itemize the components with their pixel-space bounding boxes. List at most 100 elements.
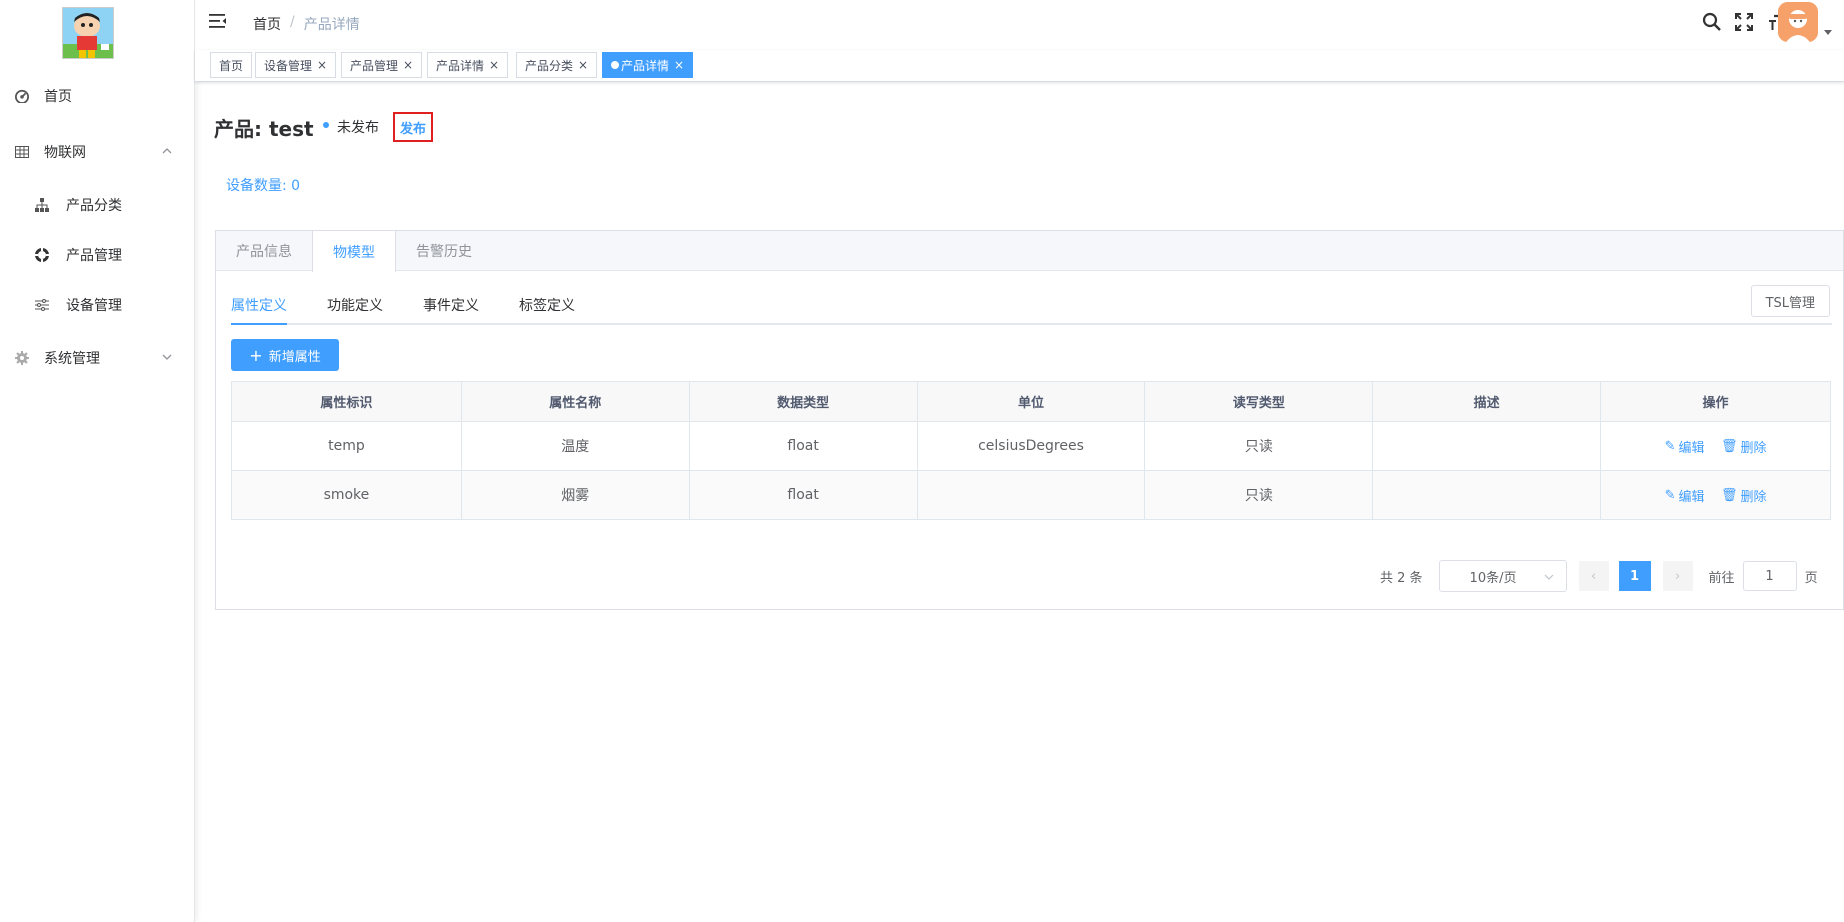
edit-label: 编辑 bbox=[1678, 489, 1705, 505]
col-header: 描述 bbox=[1372, 381, 1602, 422]
add-property-button[interactable]: + 新增属性 bbox=[231, 339, 339, 371]
logo[interactable] bbox=[62, 7, 114, 59]
tag-label: 产品详情 bbox=[436, 58, 485, 73]
sidebar-item-iot[interactable]: 物联网 bbox=[0, 127, 195, 177]
cell-desc bbox=[1372, 470, 1602, 520]
tag-product-detail-active[interactable]: 产品详情 × bbox=[602, 52, 694, 78]
subtab-tags[interactable]: 标签定义 bbox=[519, 295, 575, 315]
close-icon[interactable]: × bbox=[489, 58, 499, 72]
tab-product-info[interactable]: 产品信息 bbox=[216, 231, 312, 271]
sliders-icon bbox=[34, 297, 50, 313]
chevron-down-icon bbox=[161, 351, 175, 365]
navbar: 首页 / 产品详情 bbox=[195, 0, 1844, 50]
cell-rw: 只读 bbox=[1144, 470, 1374, 520]
tree-icon bbox=[34, 197, 50, 213]
breadcrumb-home[interactable]: 首页 bbox=[253, 14, 281, 34]
tag-label: 产品分类 bbox=[525, 58, 574, 73]
sidebar-item-label: 系统管理 bbox=[44, 351, 100, 367]
cell-unit bbox=[916, 470, 1146, 520]
edit-icon: ✎ bbox=[1664, 487, 1676, 503]
cell-name: 烟雾 bbox=[460, 470, 690, 520]
tag-device-management[interactable]: 设备管理 × bbox=[255, 52, 337, 78]
caret-down-icon[interactable] bbox=[1824, 30, 1832, 35]
sidebar-item-label: 物联网 bbox=[44, 145, 86, 161]
cell-actions: ✎ 编辑 🗑 删除 bbox=[1600, 421, 1831, 471]
chevron-down-icon bbox=[1544, 571, 1554, 581]
col-header: 属性标识 bbox=[231, 381, 462, 422]
target-icon bbox=[34, 247, 50, 263]
pagination: 共 2 条 10条/页 ‹ 1 › 前往 1 页 bbox=[1380, 560, 1818, 592]
page-number[interactable]: 1 bbox=[1618, 561, 1651, 591]
breadcrumb-current: 产品详情 bbox=[303, 17, 360, 33]
subtab-functions[interactable]: 功能定义 bbox=[327, 295, 383, 315]
next-page-button[interactable]: › bbox=[1662, 561, 1693, 591]
property-table: 属性标识 属性名称 数据类型 单位 读写类型 描述 操作 temp 温度 flo… bbox=[231, 381, 1831, 520]
search-icon[interactable] bbox=[1702, 12, 1722, 34]
cell-type: float bbox=[688, 470, 918, 520]
page-title: 产品: test bbox=[214, 117, 314, 141]
tab-alarm-history[interactable]: 告警历史 bbox=[396, 231, 492, 271]
cell-id: temp bbox=[231, 421, 462, 471]
tag-label: 设备管理 bbox=[264, 58, 313, 73]
col-header: 读写类型 bbox=[1144, 381, 1374, 422]
close-icon[interactable]: × bbox=[578, 58, 588, 72]
sub-tabs: 属性定义 功能定义 事件定义 标签定义 bbox=[231, 283, 1832, 325]
trash-icon: 🗑 bbox=[1720, 487, 1738, 503]
col-header: 单位 bbox=[916, 381, 1146, 422]
sidebar-item-label: 产品管理 bbox=[66, 248, 122, 264]
table-header-row: 属性标识 属性名称 数据类型 单位 读写类型 描述 操作 bbox=[231, 381, 1831, 422]
tag-label: 产品详情 bbox=[621, 58, 670, 73]
cell-id: smoke bbox=[231, 470, 462, 520]
prev-page-button[interactable]: ‹ bbox=[1578, 561, 1609, 591]
edit-button[interactable]: ✎ 编辑 bbox=[1665, 486, 1705, 505]
publish-button[interactable]: 发布 bbox=[393, 112, 433, 142]
goto-input[interactable]: 1 bbox=[1742, 561, 1797, 591]
tag-label: 产品管理 bbox=[350, 58, 399, 73]
avatar[interactable] bbox=[1778, 2, 1818, 42]
edit-label: 编辑 bbox=[1678, 440, 1705, 456]
cell-actions: ✎ 编辑 🗑 删除 bbox=[1600, 470, 1831, 520]
page-suffix: 页 bbox=[1804, 570, 1818, 586]
page-size-select[interactable]: 10条/页 bbox=[1438, 560, 1567, 592]
tag-label: 首页 bbox=[219, 58, 244, 73]
sidebar-item-product-category[interactable]: 产品分类 bbox=[0, 180, 195, 230]
delete-button[interactable]: 🗑 删除 bbox=[1721, 486, 1767, 505]
close-icon[interactable]: × bbox=[317, 58, 327, 72]
delete-label: 删除 bbox=[1740, 440, 1767, 456]
device-count-link[interactable]: 设备数量: 0 bbox=[226, 175, 300, 195]
table-row: smoke 烟雾 float 只读 ✎ 编辑 🗑 删除 bbox=[231, 470, 1831, 520]
grid-icon bbox=[14, 144, 30, 160]
goto-label: 前往 bbox=[1708, 570, 1735, 586]
tag-product-management[interactable]: 产品管理 × bbox=[341, 52, 423, 78]
cell-unit: celsiusDegrees bbox=[916, 421, 1146, 471]
delete-button[interactable]: 🗑 删除 bbox=[1721, 437, 1767, 456]
page-size-value: 10条/页 bbox=[1469, 570, 1517, 586]
sidebar-item-device-management[interactable]: 设备管理 bbox=[0, 280, 195, 330]
tab-thing-model[interactable]: 物模型 bbox=[312, 231, 396, 272]
subtab-active-bar bbox=[231, 323, 287, 325]
dashboard-icon bbox=[14, 88, 30, 104]
gear-icon bbox=[14, 350, 30, 366]
edit-button[interactable]: ✎ 编辑 bbox=[1665, 437, 1705, 456]
sidebar-item-label: 设备管理 bbox=[66, 298, 122, 314]
subtab-events[interactable]: 事件定义 bbox=[423, 295, 479, 315]
sidebar-item-product-management[interactable]: 产品管理 bbox=[0, 230, 195, 280]
tag-product-detail[interactable]: 产品详情 × bbox=[427, 52, 509, 78]
hamburger-icon[interactable] bbox=[209, 13, 229, 33]
tab-card-header: 产品信息 物模型 告警历史 bbox=[216, 231, 1843, 272]
close-icon[interactable]: × bbox=[403, 58, 413, 72]
tag-product-category[interactable]: 产品分类 × bbox=[516, 52, 598, 78]
fullscreen-icon[interactable] bbox=[1734, 12, 1754, 34]
sidebar-item-label: 产品分类 bbox=[66, 198, 122, 214]
sidebar-item-home[interactable]: 首页 bbox=[0, 71, 195, 121]
plus-icon: + bbox=[249, 345, 263, 365]
cell-desc bbox=[1372, 421, 1602, 471]
tsl-manage-button[interactable]: TSL管理 bbox=[1750, 285, 1830, 317]
sidebar-item-label: 首页 bbox=[44, 89, 72, 105]
close-icon[interactable]: × bbox=[674, 58, 684, 72]
subtab-properties[interactable]: 属性定义 bbox=[231, 295, 287, 315]
total-count: 共 2 条 bbox=[1380, 570, 1423, 586]
tag-home[interactable]: 首页 bbox=[210, 52, 253, 78]
edit-icon: ✎ bbox=[1664, 438, 1676, 454]
sidebar-item-system[interactable]: 系统管理 bbox=[0, 333, 195, 383]
